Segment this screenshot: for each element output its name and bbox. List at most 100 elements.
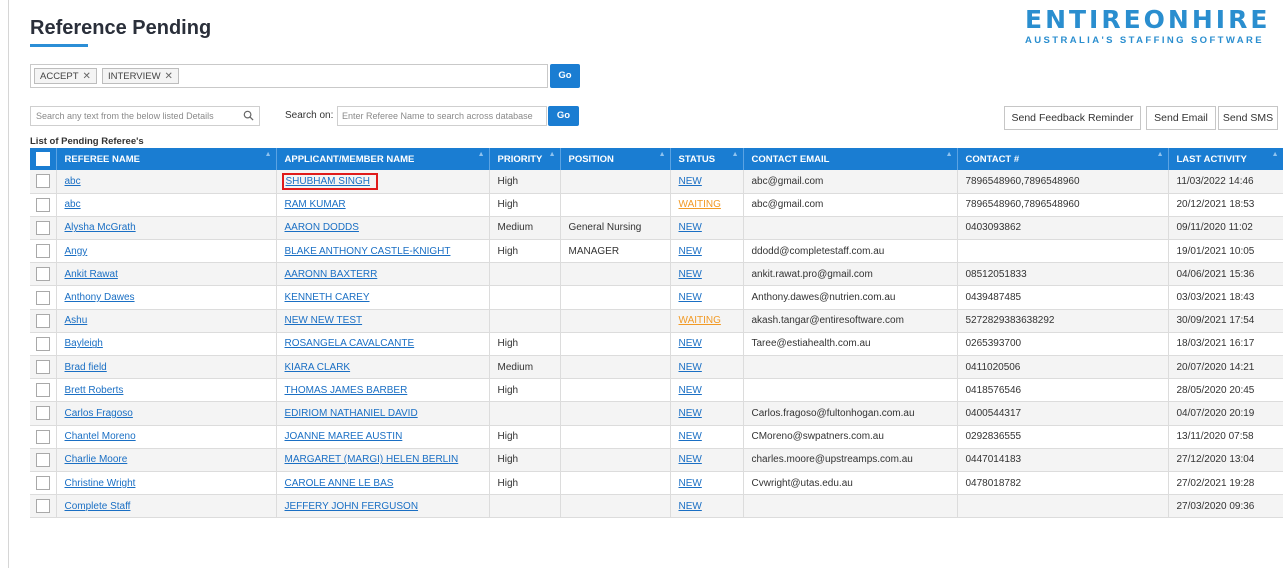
position-cell (560, 170, 671, 194)
filter-go-button[interactable]: Go (550, 64, 580, 88)
status-filter-input[interactable]: ACCEPT ✕ INTERVIEW ✕ (30, 64, 548, 88)
status-link[interactable]: NEW (679, 408, 702, 419)
referee-name-link[interactable]: Brett Roberts (65, 385, 124, 396)
sort-icon: ▲ (1156, 151, 1164, 158)
status-link[interactable]: NEW (679, 454, 702, 465)
status-link[interactable]: NEW (679, 269, 702, 280)
send-feedback-reminder-button[interactable]: Send Feedback Reminder (1004, 106, 1141, 130)
column-header-last-activity[interactable]: LAST ACTIVITY ▲ (1168, 148, 1283, 170)
row-checkbox[interactable] (36, 452, 50, 467)
applicant-name-link[interactable]: BLAKE ANTHONY CASTLE-KNIGHT (285, 246, 451, 257)
local-search-input[interactable]: Search any text from the below listed De… (30, 106, 260, 126)
applicant-name-link[interactable]: THOMAS JAMES BARBER (285, 385, 408, 396)
row-checkbox-cell (30, 471, 57, 496)
column-header-applicant-name[interactable]: APPLICANT/MEMBER NAME ▲ (276, 148, 490, 170)
column-header-label: APPLICANT/MEMBER NAME (284, 153, 415, 165)
status-link[interactable]: NEW (679, 501, 702, 512)
contact-email-cell: CMoreno@swpatners.com.au (743, 425, 958, 449)
column-header-position[interactable]: POSITION ▲ (560, 148, 671, 170)
row-checkbox-cell (30, 401, 57, 426)
status-link[interactable]: NEW (679, 478, 702, 489)
status-link[interactable]: NEW (679, 292, 702, 303)
row-checkbox[interactable] (36, 244, 50, 259)
last-activity-cell: 19/01/2021 10:05 (1168, 239, 1283, 264)
select-all-header (30, 148, 57, 170)
status-link[interactable]: NEW (679, 176, 702, 187)
status-link[interactable]: WAITING (679, 315, 721, 326)
logo-tagline: AUSTRALIA'S STAFFING SOFTWARE (1025, 35, 1264, 46)
applicant-name-link[interactable]: ROSANGELA CAVALCANTE (285, 338, 415, 349)
select-all-checkbox[interactable] (36, 152, 50, 166)
referee-name-link[interactable]: Anthony Dawes (65, 292, 135, 303)
remove-tag-icon[interactable]: ✕ (165, 71, 173, 82)
referee-name-link[interactable]: Bayleigh (65, 338, 103, 349)
status-link[interactable]: NEW (679, 362, 702, 373)
priority-cell (489, 401, 561, 426)
row-checkbox-cell (30, 285, 57, 310)
referee-name-link[interactable]: abc (65, 176, 81, 187)
referee-name-link[interactable]: Brad field (65, 362, 107, 373)
referee-name-link[interactable]: Carlos Fragoso (65, 408, 133, 419)
contact-email-cell: Anthony.dawes@nutrien.com.au (743, 285, 958, 310)
logo-wordmark: ENTIREONHIRE (1025, 5, 1271, 34)
row-checkbox[interactable] (36, 499, 50, 514)
column-header-contact-number[interactable]: CONTACT # ▲ (957, 148, 1169, 170)
applicant-name-link[interactable]: KIARA CLARK (285, 362, 351, 373)
row-checkbox[interactable] (36, 220, 50, 235)
row-checkbox[interactable] (36, 406, 50, 421)
applicant-name-cell: SHUBHAM SINGH (276, 170, 490, 194)
row-checkbox[interactable] (36, 360, 50, 375)
referee-name-link[interactable]: Chantel Moreno (65, 431, 136, 442)
applicant-name-link[interactable]: AARONN BAXTERR (285, 269, 378, 280)
row-checkbox[interactable] (36, 313, 50, 328)
database-search-go-button[interactable]: Go (548, 106, 579, 126)
applicant-name-link[interactable]: AARON DODDS (285, 222, 359, 233)
row-checkbox[interactable] (36, 476, 50, 491)
column-header-contact-email[interactable]: CONTACT EMAIL ▲ (743, 148, 958, 170)
status-link[interactable]: NEW (679, 431, 702, 442)
applicant-name-link[interactable]: NEW NEW TEST (285, 315, 363, 326)
referee-name-link[interactable]: Christine Wright (65, 478, 136, 489)
row-checkbox[interactable] (36, 336, 50, 351)
referee-name-link[interactable]: Alysha McGrath (65, 222, 136, 233)
contact-email-cell: ankit.rawat.pro@gmail.com (743, 262, 958, 287)
row-checkbox[interactable] (36, 429, 50, 444)
applicant-name-link[interactable]: JEFFERY JOHN FERGUSON (285, 501, 419, 512)
referee-name-link[interactable]: abc (65, 199, 81, 210)
row-checkbox[interactable] (36, 267, 50, 282)
applicant-name-link[interactable]: CAROLE ANNE LE BAS (285, 478, 394, 489)
row-checkbox[interactable] (36, 197, 50, 212)
status-link[interactable]: NEW (679, 338, 702, 349)
referee-name-link[interactable]: Angy (65, 246, 88, 257)
applicant-name-link[interactable]: MARGARET (MARGI) HELEN BERLIN (285, 454, 459, 465)
applicant-name-link[interactable]: JOANNE MAREE AUSTIN (285, 431, 403, 442)
row-checkbox[interactable] (36, 383, 50, 398)
referee-name-link[interactable]: Ashu (65, 315, 88, 326)
row-checkbox-cell (30, 425, 57, 449)
status-link[interactable]: NEW (679, 246, 702, 257)
column-header-status[interactable]: STATUS ▲ (670, 148, 744, 170)
applicant-name-link[interactable]: SHUBHAM SINGH (281, 172, 378, 190)
send-email-button[interactable]: Send Email (1146, 106, 1216, 130)
referee-name-link[interactable]: Complete Staff (65, 501, 131, 512)
row-checkbox-cell (30, 332, 57, 357)
status-link[interactable]: NEW (679, 222, 702, 233)
contact-number-cell (957, 239, 1169, 264)
column-header-priority[interactable]: PRIORITY ▲ (489, 148, 561, 170)
row-checkbox[interactable] (36, 174, 50, 189)
remove-tag-icon[interactable]: ✕ (83, 71, 91, 82)
applicant-name-link[interactable]: KENNETH CAREY (285, 292, 370, 303)
status-cell: NEW (670, 262, 744, 287)
database-search-input[interactable]: Enter Referee Name to search across data… (337, 106, 547, 126)
search-icon[interactable] (243, 110, 254, 121)
status-link[interactable]: WAITING (679, 199, 721, 210)
applicant-name-link[interactable]: RAM KUMAR (285, 199, 346, 210)
column-header-referee-name[interactable]: REFEREE NAME ▲ (56, 148, 277, 170)
referee-name-cell: Alysha McGrath (56, 216, 277, 241)
row-checkbox[interactable] (36, 290, 50, 305)
status-link[interactable]: NEW (679, 385, 702, 396)
referee-name-link[interactable]: Charlie Moore (65, 454, 128, 465)
applicant-name-link[interactable]: EDIRIOM NATHANIEL DAVID (285, 408, 418, 419)
referee-name-link[interactable]: Ankit Rawat (65, 269, 118, 280)
send-sms-button[interactable]: Send SMS (1218, 106, 1278, 130)
